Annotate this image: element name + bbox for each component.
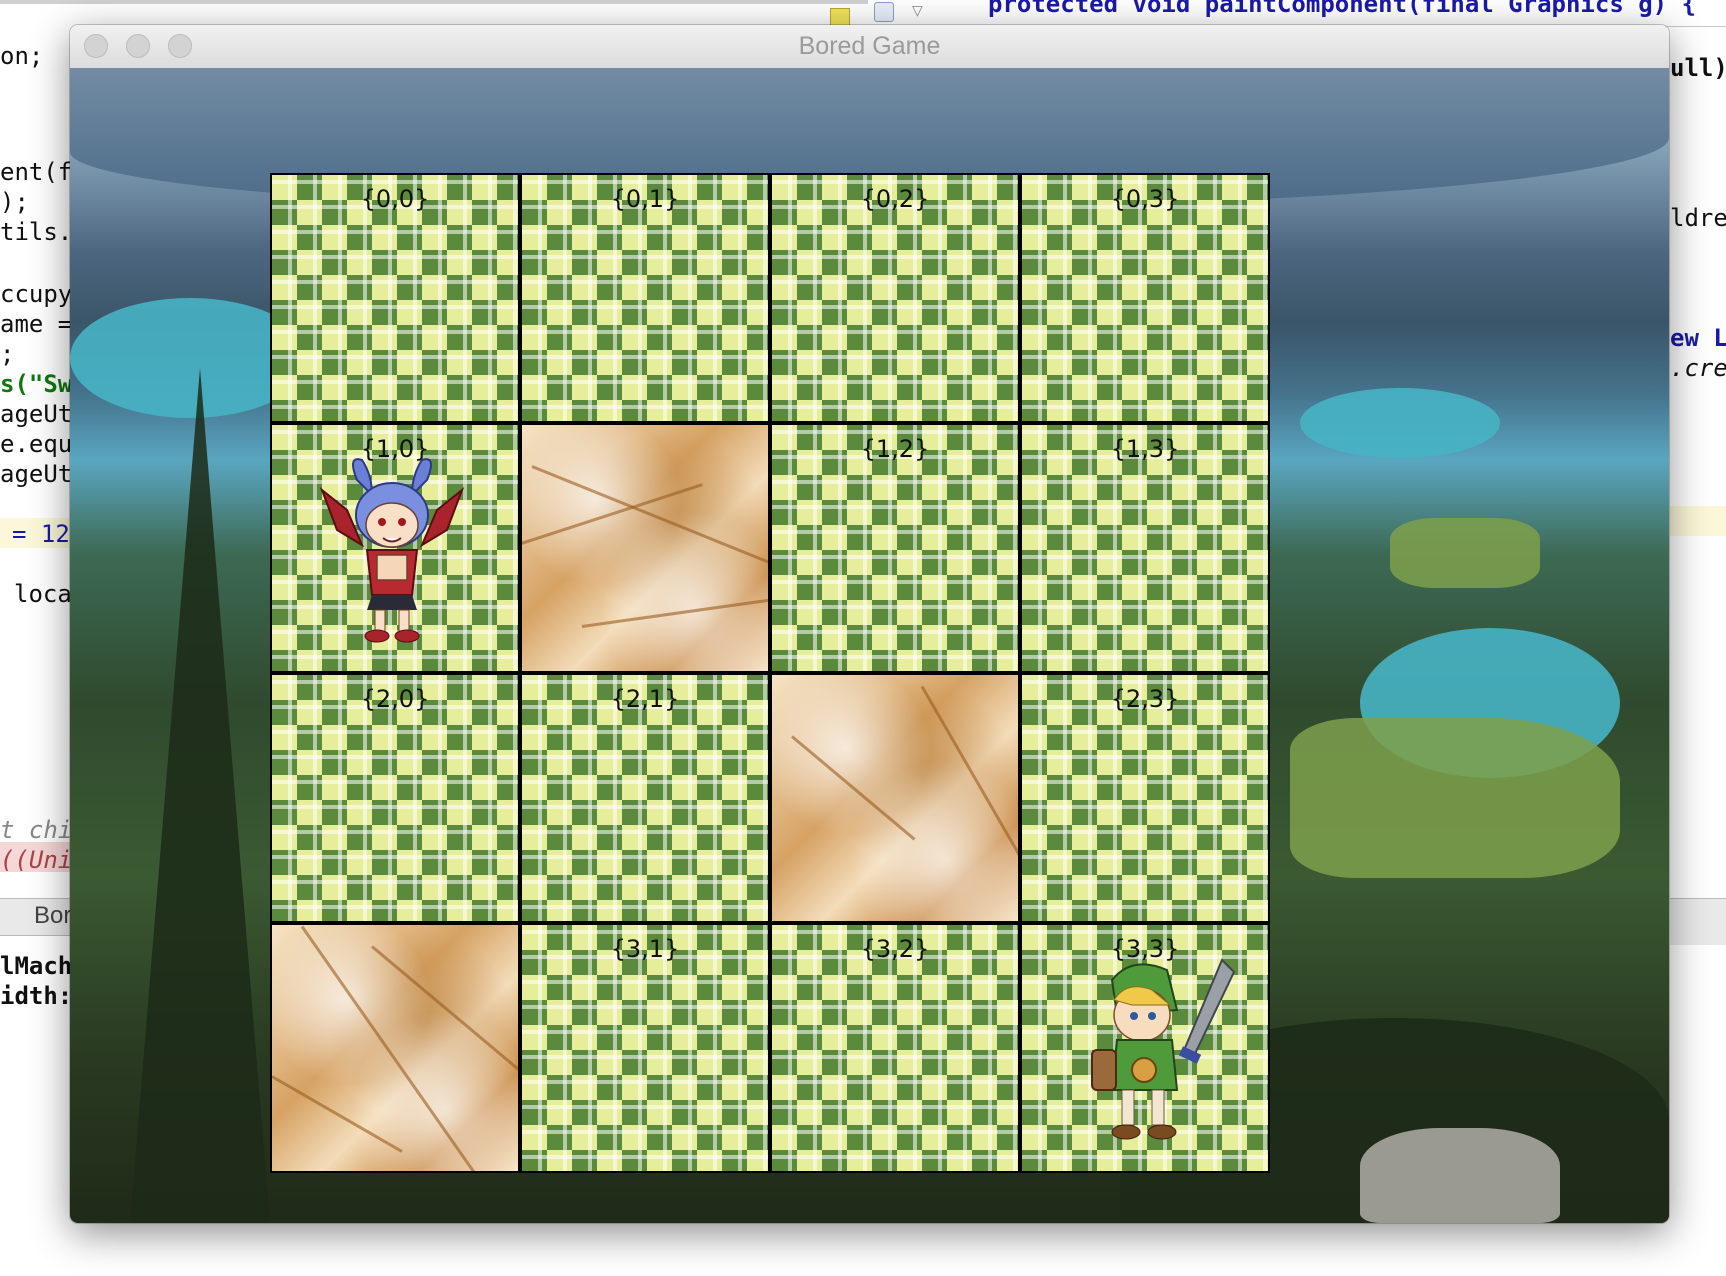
code-line: ame = [0,310,73,338]
sand-vein [791,735,916,841]
link-sprite[interactable] [1072,950,1242,1150]
disgaea-girl-sprite[interactable] [317,450,467,650]
code-line: on; [0,42,44,70]
code-line-right: ldre [1670,204,1726,232]
sand-vein [581,597,768,628]
board-cell-sand[interactable] [770,673,1020,923]
code-line: e.equ [0,430,73,458]
field-upper [1390,518,1540,588]
code-line: = 12 [12,520,70,548]
code-line: ccupy [0,280,73,308]
cell-label: {3,2} [860,935,930,963]
board-cell[interactable]: {1,2} [770,423,1020,673]
cell-label: {2,0} [360,685,430,713]
rocky-outcrop [1360,1128,1560,1223]
run-panel-header-right[interactable] [1670,898,1726,945]
game-window[interactable]: Bored Game {0,0} {0,1} {0,2} {0,3} {1,0} [70,25,1669,1223]
board-cell-sand[interactable] [520,423,770,673]
override-icon[interactable] [874,2,894,22]
cell-label: {1,2} [860,435,930,463]
fold-icon[interactable]: ▽ [912,2,928,20]
window-title: Bored Game [798,32,941,60]
code-line: tils. [0,218,73,246]
code-line: ; [0,340,15,368]
cell-label: {0,2} [860,185,930,213]
code-line: ageUt [0,400,73,428]
board-cell[interactable]: {3,3} [1020,923,1270,1173]
board-cell[interactable]: {2,1} [520,673,770,923]
cell-label: {2,3} [1110,685,1180,713]
board-cell[interactable]: {3,2} [770,923,1020,1173]
title-bar[interactable]: Bored Game [70,25,1669,69]
code-line: t chi [0,816,73,844]
code-line: s("Sw [0,370,73,398]
fir-tree [130,368,270,1223]
code-line-paint-component: protected void paintComponent(final Grap… [988,0,1697,18]
game-board: {0,0} {0,1} {0,2} {0,3} {1,0} {1,2} {1,3… [270,173,1270,1173]
cell-label: {1,3} [1110,435,1180,463]
sand-vein [522,483,703,548]
cell-label: {3,1} [610,935,680,963]
board-cell[interactable]: {0,2} [770,173,1020,423]
run-tab-label[interactable]: Bor [34,902,71,930]
cell-label: {0,1} [610,185,680,213]
sand-vein [272,1075,403,1153]
landscape-background: {0,0} {0,1} {0,2} {0,3} {1,0} {1,2} {1,3… [70,68,1669,1223]
board-cell[interactable]: {1,3} [1020,423,1270,673]
sand-vein [371,945,518,1115]
code-line: loca [14,580,72,608]
code-line-right: ew L [1670,324,1726,352]
sand-vein [531,465,768,566]
cell-label: {0,3} [1110,185,1180,213]
board-cell[interactable]: {0,0} [270,173,520,423]
board-cell[interactable]: {1,0} [270,423,520,673]
board-cell[interactable]: {2,3} [1020,673,1270,923]
code-line: ); [0,188,29,216]
code-line-right: ull) [1670,54,1726,82]
board-cell[interactable]: {3,1} [520,923,770,1173]
field-lower [1290,718,1620,878]
code-line: ent(f [0,158,73,186]
cell-label: {0,0} [360,185,430,213]
bookmark-icon[interactable] [830,8,850,26]
caret-line-highlight-right [1670,506,1726,536]
code-line: ageUt [0,460,73,488]
board-cell[interactable]: {0,1} [520,173,770,423]
board-cell[interactable]: {0,3} [1020,173,1270,423]
code-line-right: .cre [1670,354,1726,382]
board-cell-sand[interactable] [270,923,520,1173]
lake-upper-right [1300,388,1500,458]
cell-label: {2,1} [610,685,680,713]
sand-vein [920,685,1018,921]
code-line: ((Uni [0,846,73,874]
board-cell[interactable]: {2,0} [270,673,520,923]
